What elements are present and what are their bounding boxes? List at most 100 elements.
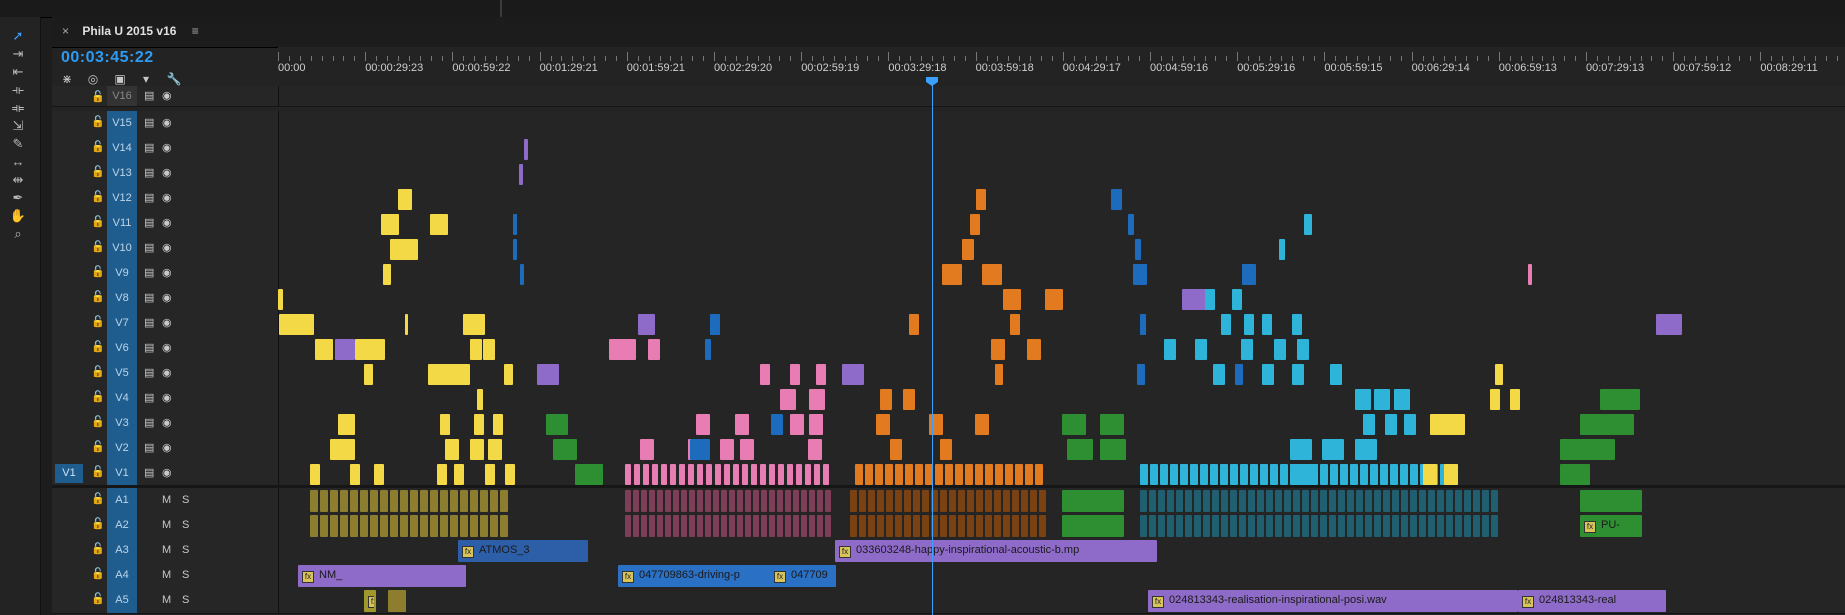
clip[interactable] [1010,314,1020,335]
clip[interactable] [428,364,470,385]
clip[interactable] [641,515,647,537]
clip[interactable] [1212,515,1219,537]
clip[interactable] [1580,414,1634,435]
clip[interactable] [778,464,784,485]
clip[interactable] [320,490,328,512]
clip[interactable] [1374,490,1381,512]
clip[interactable] [985,464,993,485]
clip[interactable] [855,464,863,485]
clip[interactable] [1250,464,1258,485]
clip[interactable] [1404,414,1416,435]
clip[interactable] [780,389,796,410]
clip[interactable] [885,464,893,485]
clip[interactable] [1329,490,1336,512]
clip[interactable] [859,515,866,537]
clip[interactable] [1248,515,1255,537]
clip[interactable] [733,464,739,485]
clip[interactable] [1003,289,1021,310]
clip[interactable] [801,515,807,537]
clip[interactable] [823,464,829,485]
clip[interactable] [1025,464,1033,485]
clip[interactable] [1239,515,1246,537]
clip[interactable] [1221,515,1228,537]
clip[interactable] [657,515,663,537]
clip[interactable] [975,464,983,485]
clip[interactable] [982,264,1002,285]
clip[interactable] [769,464,775,485]
clip[interactable] [1244,314,1254,335]
clip[interactable] [895,515,902,537]
clip[interactable] [1437,490,1444,512]
clip[interactable] [809,515,815,537]
clip[interactable] [742,464,748,485]
clip[interactable] [460,490,468,512]
clip[interactable] [705,339,711,360]
clip[interactable] [1203,515,1210,537]
clip[interactable] [903,389,915,410]
clip[interactable] [310,464,320,485]
clip[interactable] [816,364,826,385]
clip[interactable] [454,464,464,485]
clip[interactable] [886,490,893,512]
clip[interactable] [500,490,508,512]
clip[interactable] [875,464,883,485]
clip[interactable] [400,515,408,537]
clip[interactable] [480,515,488,537]
clip[interactable] [388,590,406,612]
clip[interactable] [689,490,695,512]
clip[interactable] [1410,464,1418,485]
clip[interactable] [1385,414,1397,435]
clip[interactable] [994,515,1001,537]
clip[interactable] [850,490,857,512]
clip[interactable] [1292,364,1304,385]
clip[interactable] [1338,490,1345,512]
clip[interactable] [905,464,913,485]
clip[interactable] [1510,389,1520,410]
clip[interactable] [1437,515,1444,537]
clip[interactable] [913,490,920,512]
clip[interactable] [1374,515,1381,537]
clip[interactable] [1021,515,1028,537]
clip[interactable] [575,464,603,485]
clip[interactable] [350,490,358,512]
clip[interactable] [1240,464,1248,485]
clip[interactable] [940,490,947,512]
clip[interactable] [360,490,368,512]
clip[interactable] [713,490,719,512]
clip[interactable] [679,464,685,485]
playhead-line[interactable] [932,77,933,615]
clip[interactable] [440,414,450,435]
clip[interactable] [1365,490,1372,512]
clip[interactable] [689,515,695,537]
clip[interactable] [1428,490,1435,512]
clip[interactable] [1419,490,1426,512]
clip[interactable]: fx 024813343-realisation-inspirational-po… [1148,590,1518,612]
clip[interactable] [808,439,822,460]
clip[interactable] [1067,439,1093,460]
clip[interactable] [1248,490,1255,512]
clip[interactable] [1039,515,1046,537]
clip[interactable] [1322,439,1344,460]
clip[interactable] [437,464,447,485]
clip[interactable] [805,464,811,485]
clip[interactable] [1446,515,1453,537]
clip[interactable] [1100,439,1126,460]
clip[interactable] [790,364,800,385]
clip[interactable] [480,490,488,512]
clip[interactable] [949,490,956,512]
clip[interactable] [1158,515,1165,537]
clip[interactable] [1304,214,1312,235]
clip[interactable] [330,439,355,460]
clip[interactable] [865,464,873,485]
clip[interactable] [859,490,866,512]
clip[interactable] [360,515,368,537]
clip[interactable] [1133,264,1147,285]
clip[interactable] [1262,364,1274,385]
clip[interactable] [1560,464,1590,485]
clip[interactable] [488,439,502,460]
clip[interactable] [364,364,373,385]
clip[interactable] [697,515,703,537]
clip[interactable] [460,515,468,537]
clip[interactable] [868,490,875,512]
clip[interactable] [440,490,448,512]
